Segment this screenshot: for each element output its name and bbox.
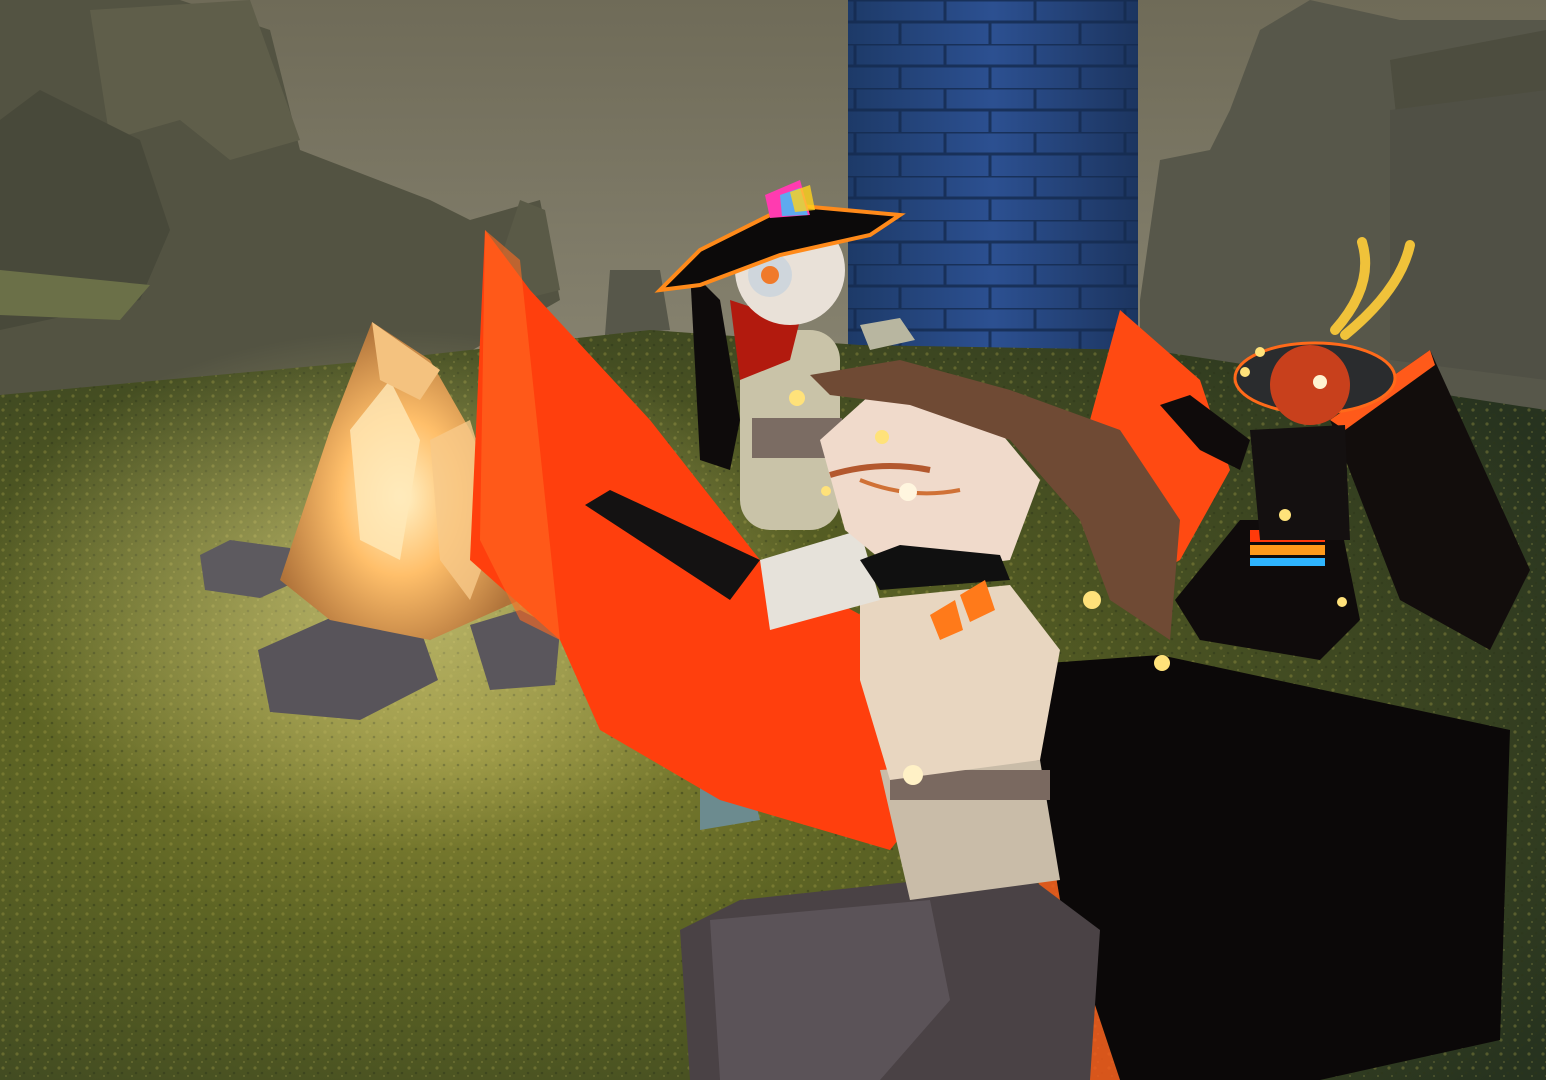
game-scene [0,0,1546,1080]
scene-canvas [0,0,1546,1080]
stone-tower [848,0,1138,350]
